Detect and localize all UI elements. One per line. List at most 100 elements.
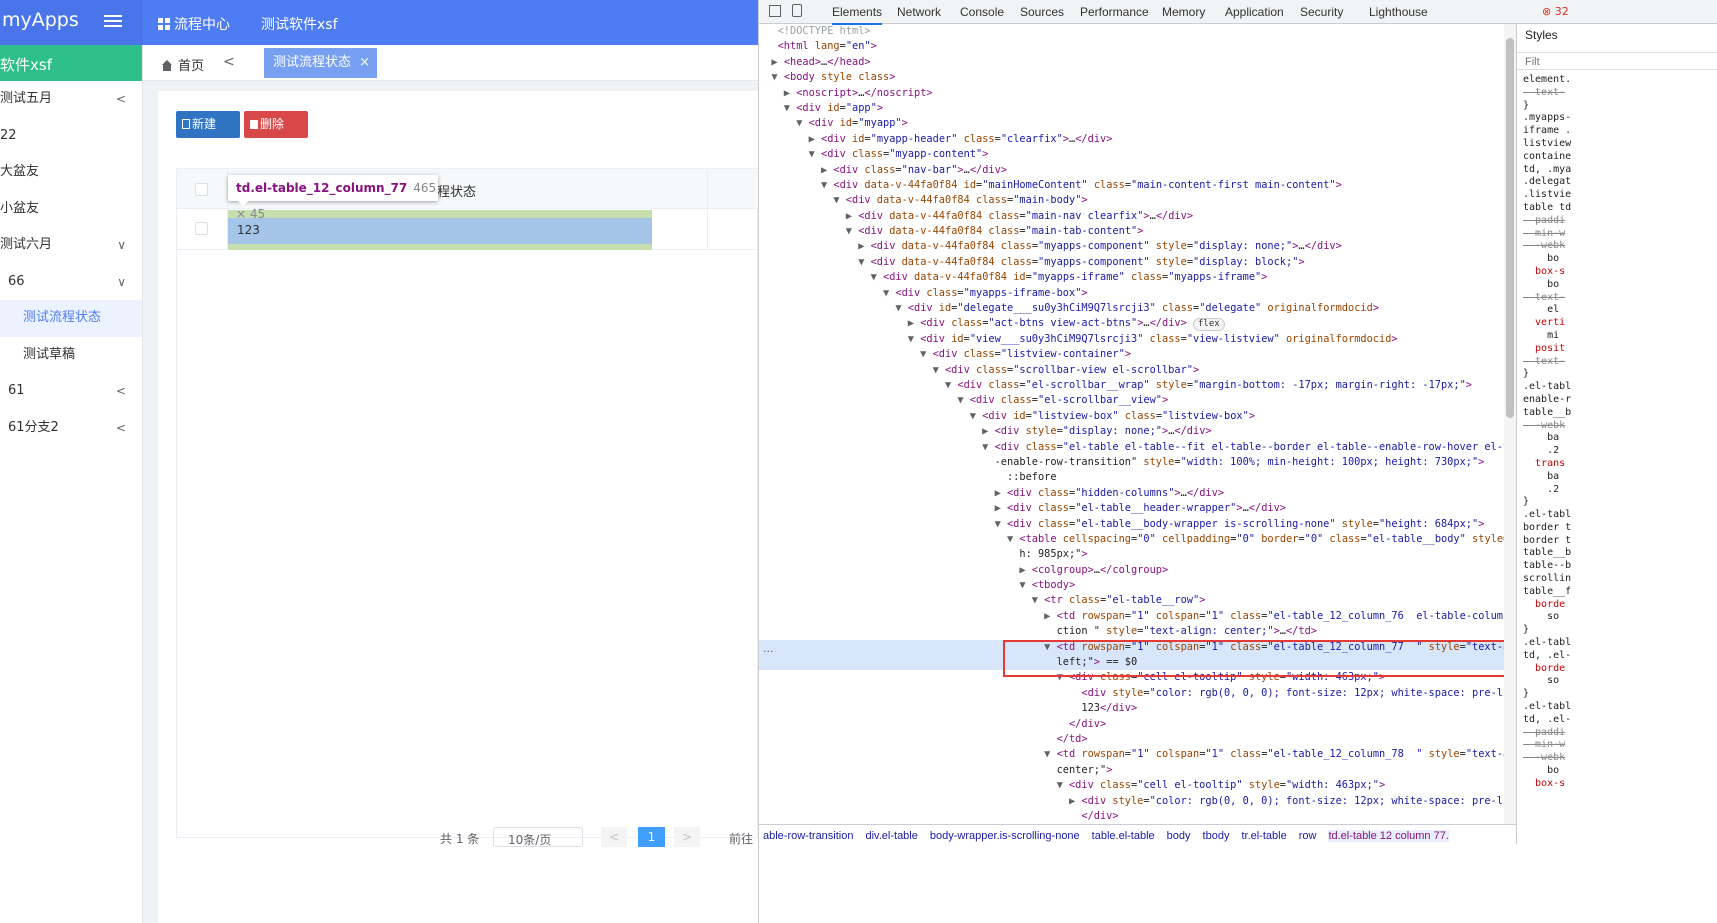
dom-node-line[interactable]: ▼ <div id="myapp"> [759,116,1504,131]
dom-breadcrumb-item[interactable]: row [1299,830,1317,842]
dom-node-line[interactable]: ▼ <div class="el-scrollbar__view"> [759,393,1504,408]
sidebar-item[interactable]: 61分支2 < [0,410,142,447]
devtools-tab-network[interactable]: Network [897,5,941,19]
close-icon[interactable]: × [359,48,370,78]
dom-node-line[interactable]: ▶ <div class="el-table__header-wrapper">… [759,501,1504,516]
dom-node-line[interactable]: ▼ <div data-v-44fa0f84 class="main-body"… [759,193,1504,208]
sidebar-item[interactable]: 61 < [0,373,142,410]
dom-node-line[interactable]: ▶ <div data-v-44fa0f84 class="main-nav c… [759,209,1504,224]
dom-node-line[interactable]: <html lang="en"> [759,39,1504,54]
dom-node-line[interactable]: ction " style="text-align: center;">…</t… [759,624,1504,639]
devtools-tab-elements[interactable]: Elements [832,5,883,25]
dom-node-line[interactable]: h: 985px;"> [759,547,1504,562]
sidebar-item[interactable]: 测试六月 ∨ [0,227,142,264]
dom-node-line[interactable]: ▼ <div class="listview-container"> [759,347,1504,362]
dom-node-line[interactable]: ▼ <div class="myapps-iframe-box"> [759,286,1504,301]
sidebar-item[interactable]: 66 ∨ [0,264,142,301]
error-count-badge[interactable]: ⊗ 32 [1542,5,1569,18]
sidebar-item[interactable]: 22 [0,118,142,155]
dom-node-line[interactable]: ▼ <div id="delegate___su0y3hCiM9Q7lsrcji… [759,301,1504,316]
dom-node-line[interactable]: ▼ <div id="view___su0y3hCiM9Q7lsrcji3" c… [759,332,1504,347]
dom-node-line[interactable]: ▶ <head>…</head> [759,55,1504,70]
tab-scroll-left-icon[interactable]: < [223,54,235,70]
dom-node-line[interactable]: <div style="color: rgb(0, 0, 0); font-si… [759,686,1504,701]
devtools-tab-performance[interactable]: Performance [1080,5,1149,19]
dom-node-line[interactable]: ▼ <div class="cell el-tooltip" style="wi… [759,778,1504,793]
dom-node-line[interactable]: ::before [759,470,1504,485]
elements-tree[interactable]: <!DOCTYPE html> <html lang="en"> ▶ <head… [759,24,1504,824]
dom-node-line[interactable]: ▼ <div class="myapp-content"> [759,147,1504,162]
devtools-tab-sources[interactable]: Sources [1020,5,1064,19]
sidebar-item[interactable]: 测试流程状态 [0,300,142,337]
dom-node-line[interactable]: </div> [759,809,1504,824]
dom-node-line[interactable]: ▼ <tbody> [759,578,1504,593]
dom-breadcrumb-item[interactable]: tbody [1203,830,1230,842]
dom-node-line[interactable]: ▶ <noscript>…</noscript> [759,86,1504,101]
devtools-tab-lighthouse[interactable]: Lighthouse [1369,5,1428,19]
dom-breadcrumb-item[interactable]: tr.el-table [1241,830,1286,842]
sidebar-item[interactable]: 测试五月 < [0,81,142,118]
nav-process-center[interactable]: 流程中心 [158,14,230,34]
sidebar-item[interactable]: 大盆友 [0,154,142,191]
devtools-tab-application[interactable]: Application [1225,5,1284,19]
styles-tab[interactable]: Styles [1525,29,1558,42]
dom-breadcrumb-item[interactable]: body [1167,830,1191,842]
dom-node-line[interactable]: <!DOCTYPE html> [759,24,1504,39]
dom-node-line[interactable]: ▼ <div data-v-44fa0f84 class="myapps-com… [759,255,1504,270]
dom-node-line[interactable]: left;"> == $0 [759,655,1504,671]
dom-node-line[interactable]: ▼ <div class="scrollbar-view el-scrollba… [759,363,1504,378]
page-size-select[interactable]: 10条/页 [493,827,583,847]
dom-node-line[interactable]: ▶ <div class="act-btns view-act-btns">…<… [759,316,1504,332]
new-button[interactable]: 新建 [176,111,240,138]
elements-scrollbar[interactable] [1504,24,1516,824]
dom-node-line[interactable]: ▶ <div data-v-44fa0f84 class="myapps-com… [759,239,1504,254]
dom-node-line[interactable]: ▼ <div data-v-44fa0f84 id="mainHomeConte… [759,178,1504,193]
dom-breadcrumb-item[interactable]: div.el-table [865,830,917,842]
dom-node-line[interactable]: ▶ <td rowspan="1" colspan="1" class="el-… [759,609,1504,624]
dom-node-line[interactable]: ▼ <div class="cell el-tooltip" style="wi… [759,670,1504,685]
device-toolbar-icon[interactable] [792,4,802,17]
dom-node-line[interactable]: ▼ <div id="app"> [759,101,1504,116]
row-checkbox[interactable] [195,222,208,235]
dom-node-line[interactable]: ▶ <div style="color: rgb(0, 0, 0); font-… [759,794,1504,809]
prev-page-button[interactable]: < [601,827,627,847]
devtools-tab-console[interactable]: Console [960,5,1004,19]
dom-node-line[interactable]: ▼ <table cellspacing="0" cellpadding="0"… [759,532,1504,547]
scrollbar-thumb[interactable] [1506,38,1514,418]
nav-software-xsf[interactable]: 测试软件xsf [261,14,338,34]
home-tab[interactable]: 首页 [161,55,204,74]
dom-node-line[interactable]: -enable-row-transition" style="width: 10… [759,455,1504,470]
select-all-checkbox[interactable] [195,183,208,196]
tab-process-status[interactable]: 测试流程状态 × [264,48,377,78]
dom-node-line[interactable]: </div> [759,717,1504,732]
next-page-button[interactable]: > [674,827,700,847]
dom-node-line[interactable]: ▶ <colgroup>…</colgroup> [759,563,1504,578]
dom-node-line[interactable]: ▼ <td rowspan="1" colspan="1" class="el-… [759,747,1504,762]
dom-node-line[interactable]: ▼ <div class="el-table el-table--fit el-… [759,440,1504,455]
dom-node-line[interactable]: ▼ <div data-v-44fa0f84 class="main-tab-c… [759,224,1504,239]
inspect-element-icon[interactable] [769,5,781,17]
dom-node-line[interactable]: ▶ <div class="hidden-columns">…</div> [759,486,1504,501]
dom-node-line[interactable]: 123</div> [759,701,1504,716]
devtools-tab-security[interactable]: Security [1300,5,1343,19]
menu-toggle-icon[interactable] [104,15,122,29]
dom-node-line[interactable]: center;"> [759,763,1504,778]
dom-node-line[interactable]: ▼ <div id="listview-box" class="listview… [759,409,1504,424]
dom-node-line[interactable]: ▼ <td rowspan="1" colspan="1" class="el-… [759,639,1504,656]
dom-breadcrumb-item[interactable]: table.el-table [1092,830,1155,842]
dom-breadcrumb-item[interactable]: able-row-transition [763,830,853,842]
delete-button[interactable]: 删除 [244,111,308,138]
dom-node-line[interactable]: ▼ <body style class> [759,70,1504,85]
dom-node-line[interactable]: ▶ <div id="myapp-header" class="clearfix… [759,132,1504,147]
styles-filter-input[interactable]: Filt [1517,52,1717,70]
more-options-icon[interactable]: ··· [763,645,774,658]
sidebar-item[interactable]: 小盆友 [0,191,142,228]
dom-node-line[interactable]: ▼ <div class="el-table__body-wrapper is-… [759,517,1504,532]
dom-node-line[interactable]: ▼ <div class="el-scrollbar__wrap" style=… [759,378,1504,393]
dom-breadcrumb-item[interactable]: td.el-table 12 column 77. [1328,830,1449,842]
dom-node-line[interactable]: ▼ <div data-v-44fa0f84 id="myapps-iframe… [759,270,1504,285]
dom-breadcrumb-item[interactable]: body-wrapper.is-scrolling-none [930,830,1080,842]
devtools-tab-memory[interactable]: Memory [1162,5,1205,19]
dom-node-line[interactable]: ▼ <tr class="el-table__row"> [759,593,1504,608]
current-page[interactable]: 1 [638,827,665,847]
